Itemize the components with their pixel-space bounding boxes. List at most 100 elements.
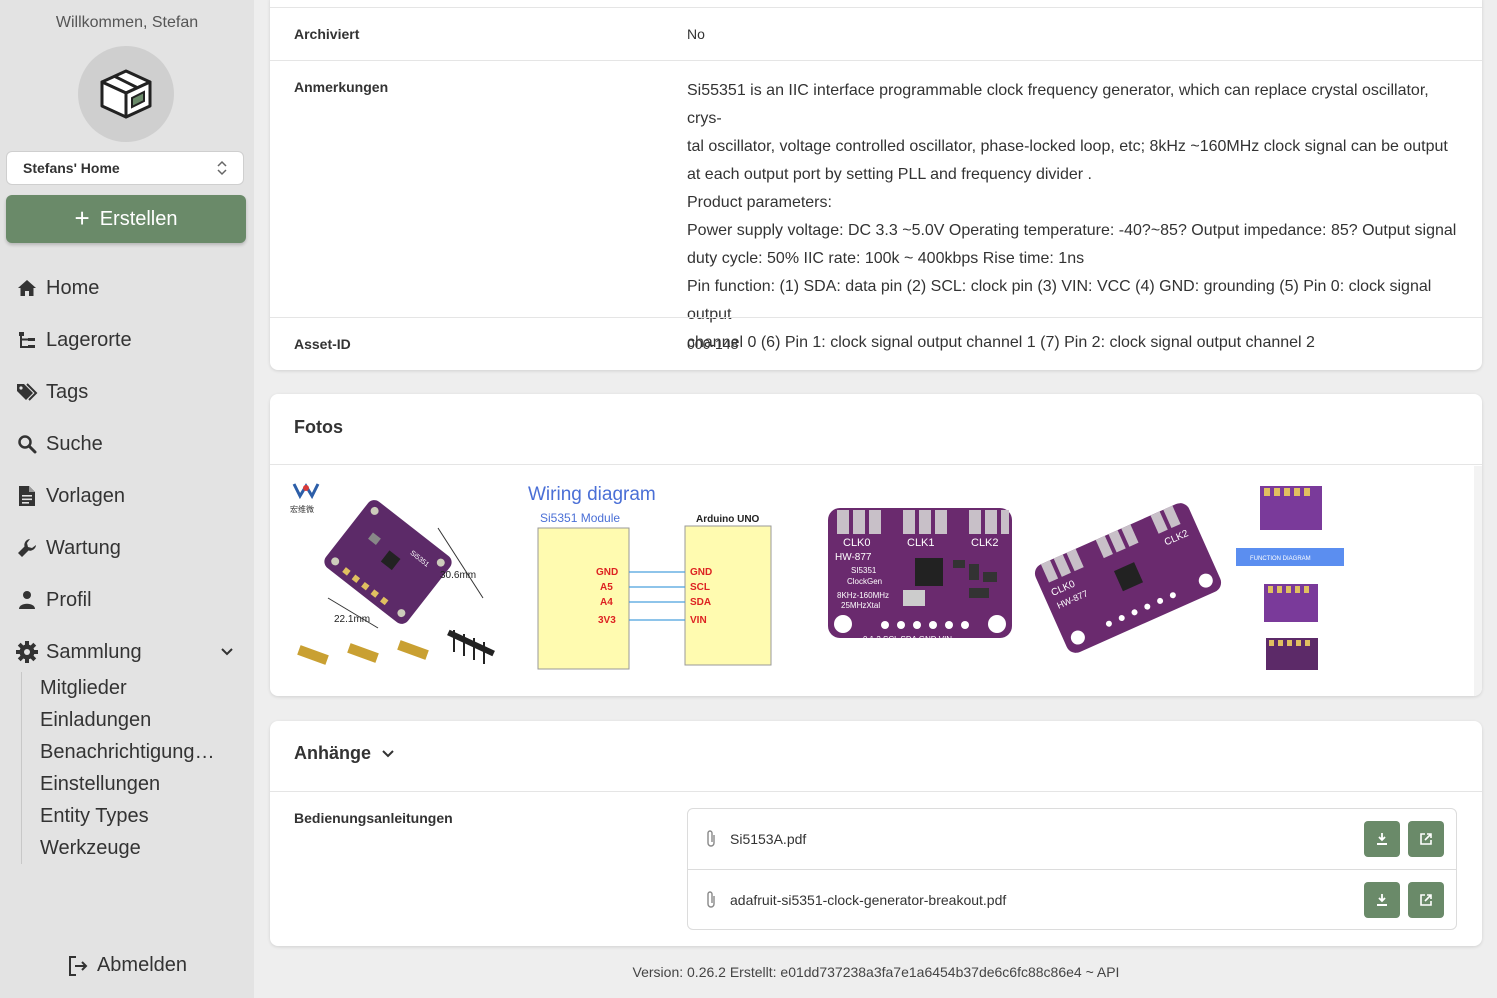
paperclip-icon bbox=[707, 830, 715, 847]
chip-label: SI5351 bbox=[851, 566, 877, 575]
uno-pin: VIN bbox=[690, 615, 707, 626]
welcome-text: Willkommen, Stefan bbox=[55, 14, 199, 31]
subnav-item-mitglieder[interactable]: Mitglieder bbox=[40, 672, 215, 704]
box-logo-icon bbox=[100, 69, 152, 119]
dim-width: 22.1mm bbox=[334, 614, 370, 625]
details-card: Archiviert No Anmerkungen Si55351 is an … bbox=[270, 0, 1482, 370]
notes-label: Anmerkungen bbox=[294, 79, 389, 95]
photo-5-function-diagram[interactable]: FUNCTION DIAGRAM bbox=[1236, 480, 1346, 685]
home-select-value: Stefans' Home bbox=[23, 160, 120, 176]
nav-item-suche[interactable]: Suche bbox=[0, 418, 254, 470]
nav-item-tags[interactable]: Tags bbox=[0, 366, 254, 418]
search-icon bbox=[16, 433, 38, 455]
nav-item-profil[interactable]: Profil bbox=[0, 574, 254, 626]
attachment-item: Si5153A.pdf bbox=[688, 809, 1456, 870]
attachments-card: Anhänge Bedienungsanleitungen Si5153A.pd… bbox=[270, 721, 1482, 946]
nav-label: Sammlung bbox=[46, 640, 142, 663]
uno-pin: SDA bbox=[690, 597, 711, 608]
document-icon bbox=[16, 485, 38, 507]
photo-1[interactable]: 宏维微 Si5351 30.6mm 22.1mm bbox=[288, 480, 510, 685]
tags-icon bbox=[16, 381, 38, 403]
wiring-title: Wiring diagram bbox=[528, 484, 656, 505]
nav-item-wartung[interactable]: Wartung bbox=[0, 522, 254, 574]
attachment-list: Si5153A.pdf adafruit-si5351-clock-genera… bbox=[687, 808, 1457, 930]
nav-label: Suche bbox=[46, 432, 103, 455]
nav-item-lagerorte[interactable]: Lagerorte bbox=[0, 314, 254, 366]
archived-value: No bbox=[687, 26, 705, 42]
subnav-item-entity-types[interactable]: Entity Types bbox=[40, 800, 215, 832]
plus-icon: + bbox=[74, 202, 90, 233]
notes-text: Si55351 is an IIC interface programmable… bbox=[687, 77, 1462, 357]
clk0-label: CLK0 bbox=[843, 537, 871, 549]
subnav-item-einladungen[interactable]: Einladungen bbox=[40, 704, 215, 736]
module-pin: A5 bbox=[600, 582, 613, 593]
subnav-item-benachrichtigungen[interactable]: Benachrichtigungen bbox=[40, 736, 215, 768]
photos-title: Fotos bbox=[294, 417, 343, 437]
nav-item-home[interactable]: Home bbox=[0, 262, 254, 314]
module-pin: A4 bbox=[600, 597, 613, 608]
notes-line: Power supply voltage: DC 3.3 ~5.0V Opera… bbox=[687, 222, 1457, 239]
collection-subnav: Mitglieder Einladungen Benachrichtigunge… bbox=[21, 672, 215, 864]
home-select[interactable]: Stefans' Home bbox=[6, 151, 244, 185]
nav-item-vorlagen[interactable]: Vorlagen bbox=[0, 470, 254, 522]
notes-line: Product parameters: bbox=[687, 194, 832, 211]
chevron-up-down-icon bbox=[217, 160, 227, 176]
clk1-label: CLK1 bbox=[907, 537, 935, 549]
nav-label: Profil bbox=[46, 588, 92, 611]
notes-line: tal oscillator, voltage controlled oscil… bbox=[687, 138, 1448, 155]
gear-icon bbox=[16, 641, 38, 663]
module-pin: GND bbox=[596, 567, 618, 578]
wrench-icon bbox=[16, 537, 38, 559]
attachment-filename[interactable]: Si5153A.pdf bbox=[730, 831, 806, 847]
asset-id-label: Asset-ID bbox=[294, 336, 351, 352]
attachments-toggle[interactable]: Anhänge bbox=[294, 743, 395, 764]
photo-3-board-front[interactable]: CLK0 CLK1 CLK2 HW-877 SI5351 ClockGen 8K… bbox=[825, 480, 1015, 685]
open-external-icon bbox=[1420, 894, 1432, 906]
module-pin: 3V3 bbox=[598, 615, 616, 626]
create-button[interactable]: + Erstellen bbox=[6, 195, 246, 243]
person-icon bbox=[16, 589, 38, 611]
open-external-icon bbox=[1420, 833, 1432, 845]
open-external-button[interactable] bbox=[1408, 821, 1444, 857]
chevron-down-icon bbox=[382, 749, 394, 757]
tree-icon bbox=[16, 329, 38, 351]
nav-label: Tags bbox=[46, 380, 89, 403]
brand-logo-text: 宏维微 bbox=[290, 504, 314, 514]
divider bbox=[270, 464, 1482, 465]
model-label: HW-877 bbox=[835, 552, 872, 563]
xtal-label: 25MHzXtal bbox=[841, 601, 880, 610]
subnav-item-werkzeuge[interactable]: Werkzeuge bbox=[40, 832, 215, 864]
photo-2-wiring-diagram[interactable]: Wiring diagram Si5351 Module Arduino UNO… bbox=[526, 480, 778, 685]
manuals-label: Bedienungsanleitungen bbox=[294, 810, 453, 826]
attachment-item: adafruit-si5351-clock-generator-breakout… bbox=[688, 870, 1456, 930]
attachment-filename[interactable]: adafruit-si5351-clock-generator-breakout… bbox=[730, 892, 1006, 908]
clk2-label: CLK2 bbox=[971, 537, 999, 549]
notes-line: Si55351 is an IIC interface programmable… bbox=[687, 82, 1429, 127]
logout-button[interactable]: Abmelden bbox=[0, 954, 254, 977]
asset-id-value: 000-148 bbox=[687, 336, 739, 352]
download-button[interactable] bbox=[1364, 882, 1400, 918]
download-icon bbox=[1377, 833, 1387, 845]
subnav-item-einstellungen[interactable]: Einstellungen bbox=[40, 768, 215, 800]
row-archived: Archiviert No bbox=[270, 7, 1482, 61]
row-asset-id: Asset-ID 000-148 bbox=[270, 317, 1482, 370]
board-name-label: ClockGen bbox=[847, 577, 882, 586]
nav-item-sammlung[interactable]: Sammlung bbox=[0, 626, 254, 678]
gallery-scrollbar[interactable] bbox=[1474, 466, 1482, 696]
paperclip-icon bbox=[707, 891, 715, 908]
photo-4-board-angled[interactable]: CLK0 CLK2 HW-877 bbox=[1032, 480, 1224, 685]
download-button[interactable] bbox=[1364, 821, 1400, 857]
freq-label: 8KHz-160MHz bbox=[837, 591, 889, 600]
avatar bbox=[78, 46, 174, 142]
wiring-module-label: Si5351 Module bbox=[540, 511, 620, 525]
chevron-down-icon[interactable] bbox=[220, 645, 234, 659]
home-icon bbox=[16, 277, 38, 299]
notes-line: at each output port by setting PLL and f… bbox=[687, 166, 1092, 183]
open-external-button[interactable] bbox=[1408, 882, 1444, 918]
photo-gallery: 宏维微 Si5351 30.6mm 22.1mm Wiring diagram … bbox=[270, 466, 1474, 696]
wiring-uno-label: Arduino UNO bbox=[696, 514, 760, 525]
photos-card: Fotos 宏维微 Si5351 30.6mm 22.1mm Wiring di… bbox=[270, 394, 1482, 696]
logout-label: Abmelden bbox=[96, 954, 188, 976]
uno-pin: SCL bbox=[690, 582, 710, 593]
nav-label: Vorlagen bbox=[46, 484, 125, 507]
